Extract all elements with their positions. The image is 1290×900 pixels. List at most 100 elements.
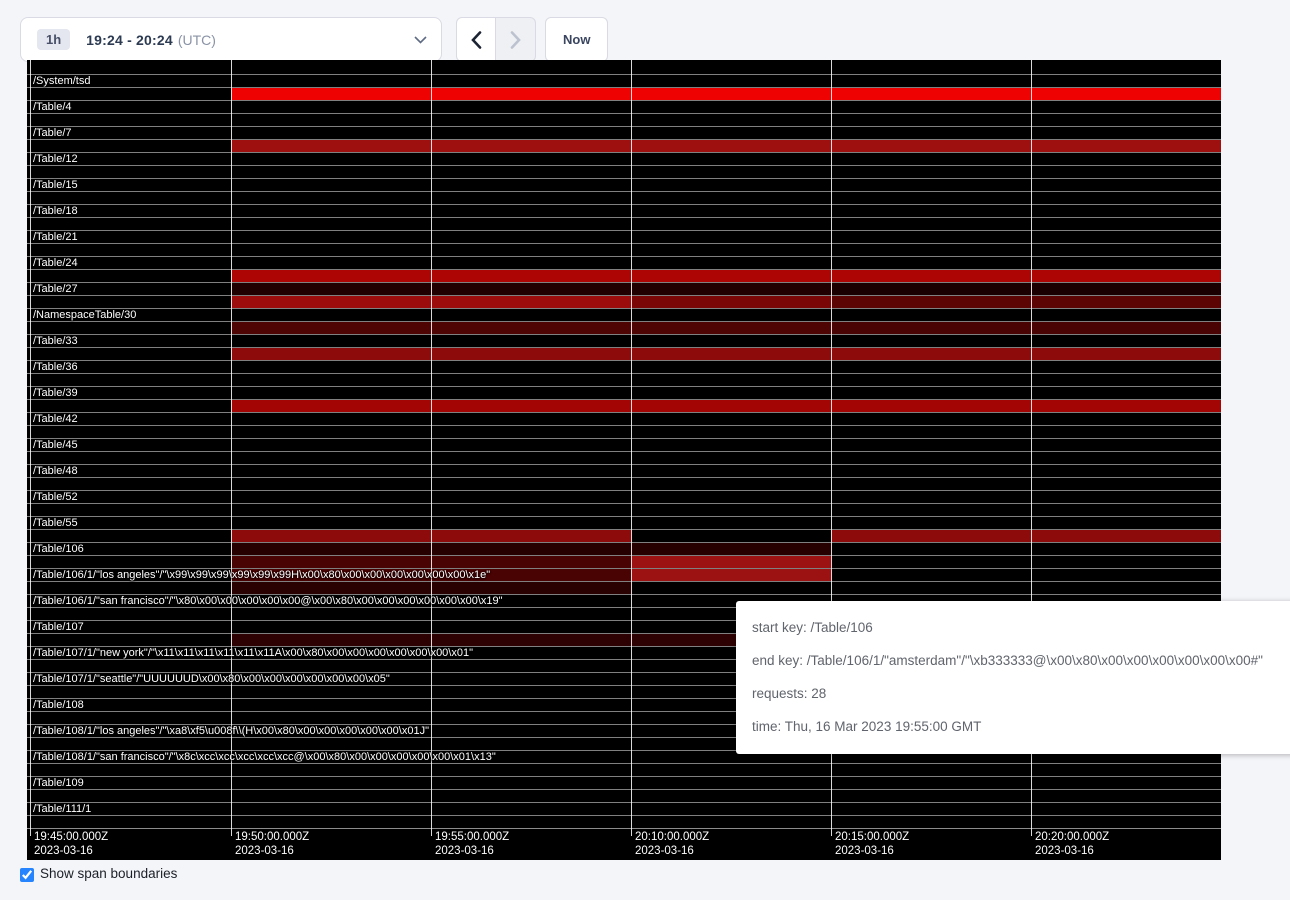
span-cell[interactable] xyxy=(631,244,831,256)
span-cell[interactable] xyxy=(1031,361,1221,373)
span-cell[interactable] xyxy=(1031,75,1221,87)
span-cell[interactable] xyxy=(831,270,1031,282)
span-cell[interactable] xyxy=(431,296,631,308)
span-cell[interactable] xyxy=(27,114,231,126)
span-cell[interactable] xyxy=(431,374,631,386)
span-cell[interactable] xyxy=(631,348,831,360)
span-cell[interactable] xyxy=(27,790,231,802)
span-cell[interactable] xyxy=(431,764,631,776)
span-cell[interactable] xyxy=(431,426,631,438)
span-cell[interactable] xyxy=(831,816,1031,828)
span-cell[interactable] xyxy=(231,231,431,243)
span-cell[interactable] xyxy=(431,530,631,542)
span-cell[interactable] xyxy=(27,400,231,412)
span-cell[interactable] xyxy=(1031,322,1221,334)
span-cell[interactable] xyxy=(431,114,631,126)
span-cell[interactable] xyxy=(431,101,631,113)
span-cell[interactable] xyxy=(231,270,431,282)
span-cell[interactable] xyxy=(631,218,831,230)
span-cell[interactable] xyxy=(1031,387,1221,399)
span-cell[interactable] xyxy=(1031,166,1221,178)
span-cell[interactable] xyxy=(1031,179,1221,191)
span-cell[interactable] xyxy=(431,218,631,230)
span-cell[interactable] xyxy=(831,777,1031,789)
span-cell[interactable] xyxy=(27,60,231,74)
span-cell[interactable] xyxy=(27,556,231,568)
span-cell[interactable] xyxy=(431,75,631,87)
span-cell[interactable] xyxy=(231,283,431,295)
span-cell[interactable] xyxy=(631,439,831,451)
span-lane[interactable] xyxy=(27,477,1221,490)
span-cell[interactable] xyxy=(631,478,831,490)
span-cell[interactable] xyxy=(231,88,431,100)
span-cell[interactable] xyxy=(631,88,831,100)
span-cell[interactable] xyxy=(831,348,1031,360)
span-lane[interactable] xyxy=(27,815,1221,828)
span-cell[interactable] xyxy=(1031,127,1221,139)
span-lane[interactable] xyxy=(27,542,1221,555)
span-cell[interactable] xyxy=(631,270,831,282)
span-cell[interactable] xyxy=(1031,491,1221,503)
span-cell[interactable] xyxy=(431,270,631,282)
span-cell[interactable] xyxy=(831,387,1031,399)
span-cell[interactable] xyxy=(631,361,831,373)
span-cell[interactable] xyxy=(1031,348,1221,360)
span-lane[interactable] xyxy=(27,529,1221,542)
span-cell[interactable] xyxy=(831,478,1031,490)
span-cell[interactable] xyxy=(231,192,431,204)
span-cell[interactable] xyxy=(831,361,1031,373)
span-cell[interactable] xyxy=(431,686,631,698)
span-cell[interactable] xyxy=(231,556,431,568)
span-cell[interactable] xyxy=(231,452,431,464)
span-lane[interactable] xyxy=(27,451,1221,464)
span-cell[interactable] xyxy=(27,348,231,360)
span-lane[interactable] xyxy=(27,217,1221,230)
span-cell[interactable] xyxy=(1031,400,1221,412)
span-cell[interactable] xyxy=(431,673,631,685)
span-lane[interactable] xyxy=(27,269,1221,282)
span-lane[interactable] xyxy=(27,789,1221,802)
span-cell[interactable] xyxy=(1031,803,1221,815)
span-cell[interactable] xyxy=(1031,582,1221,594)
span-cell[interactable] xyxy=(231,60,431,74)
span-cell[interactable] xyxy=(1031,439,1221,451)
span-cell[interactable] xyxy=(1031,478,1221,490)
span-cell[interactable] xyxy=(431,140,631,152)
span-cell[interactable] xyxy=(231,361,431,373)
span-cell[interactable] xyxy=(231,257,431,269)
span-cell[interactable] xyxy=(631,569,831,581)
span-cell[interactable] xyxy=(631,790,831,802)
span-cell[interactable] xyxy=(631,465,831,477)
span-cell[interactable] xyxy=(1031,296,1221,308)
span-cell[interactable] xyxy=(231,127,431,139)
span-cell[interactable] xyxy=(231,764,431,776)
span-cell[interactable] xyxy=(431,283,631,295)
span-cell[interactable] xyxy=(431,699,631,711)
span-cell[interactable] xyxy=(1031,60,1221,74)
span-cell[interactable] xyxy=(27,374,231,386)
span-cell[interactable] xyxy=(231,166,431,178)
span-lane[interactable] xyxy=(27,321,1221,334)
span-cell[interactable] xyxy=(231,491,431,503)
span-cell[interactable] xyxy=(231,582,431,594)
span-lane[interactable] xyxy=(27,256,1221,269)
span-cell[interactable] xyxy=(831,114,1031,126)
span-cell[interactable] xyxy=(27,296,231,308)
span-cell[interactable] xyxy=(431,192,631,204)
span-cell[interactable] xyxy=(631,387,831,399)
span-cell[interactable] xyxy=(1031,504,1221,516)
span-cell[interactable] xyxy=(231,699,431,711)
span-cell[interactable] xyxy=(831,413,1031,425)
span-lane[interactable] xyxy=(27,295,1221,308)
span-cell[interactable] xyxy=(27,712,231,724)
span-cell[interactable] xyxy=(27,608,231,620)
span-cell[interactable] xyxy=(27,686,231,698)
span-lane[interactable] xyxy=(27,308,1221,321)
span-cell[interactable] xyxy=(631,491,831,503)
span-cell[interactable] xyxy=(1031,270,1221,282)
span-cell[interactable] xyxy=(1031,816,1221,828)
span-cell[interactable] xyxy=(1031,543,1221,555)
span-lane[interactable] xyxy=(27,204,1221,217)
span-cell[interactable] xyxy=(831,153,1031,165)
span-cell[interactable] xyxy=(431,348,631,360)
